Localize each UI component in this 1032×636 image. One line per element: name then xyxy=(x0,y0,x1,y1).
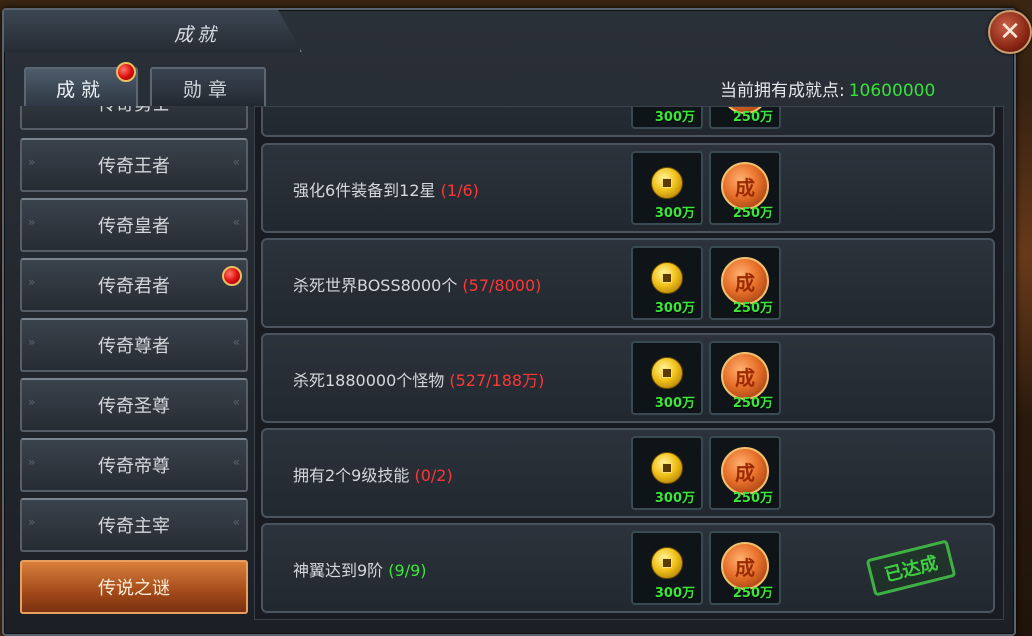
alert-dot-icon xyxy=(222,266,242,286)
chevron-left-icon: » xyxy=(28,275,36,289)
chevron-left-icon: » xyxy=(28,106,35,107)
achievement-row: 强化6件装备到12星 (1/6) 300万 成 250万 xyxy=(261,143,995,233)
chevron-left-icon: » xyxy=(28,215,36,229)
coin-reward-slot[interactable]: 300万 xyxy=(631,107,703,129)
sidebar-item-legend-ruler[interactable]: » 传奇主宰 « xyxy=(20,498,248,552)
close-button[interactable]: ✕ xyxy=(988,10,1032,54)
medal-reward-slot[interactable]: 成 250万 xyxy=(709,531,781,605)
reward-quantity: 250万 xyxy=(732,110,773,125)
achievement-text: 强化6件装备到12星 xyxy=(293,181,436,200)
chevron-left-icon: » xyxy=(28,455,36,469)
coin-reward-slot[interactable]: 300万 xyxy=(631,341,703,415)
tab-achievements-label: 成就 xyxy=(55,78,106,101)
points-value: 10600000 xyxy=(848,81,936,101)
sidebar-item-legend-sovereign[interactable]: » 传奇帝尊 « xyxy=(20,438,248,492)
achievement-progress: (527/188万) xyxy=(449,371,545,390)
reward-quantity: 300万 xyxy=(654,110,695,125)
achievement-text: 杀死世界BOSS8000个 xyxy=(293,276,458,295)
chevron-right-icon: « xyxy=(232,395,240,409)
chevron-right-icon: « xyxy=(232,335,240,349)
achievement-progress: (57/8000) xyxy=(462,276,542,295)
coin-reward-slot[interactable]: 300万 xyxy=(631,531,703,605)
achievement-progress: (0/2) xyxy=(414,466,453,485)
tab-medals[interactable]: 勋章 xyxy=(150,67,266,107)
sidebar-item-label: 传奇帝尊 xyxy=(98,456,170,477)
alert-dot-icon xyxy=(116,62,136,82)
window-title-bar xyxy=(4,10,302,52)
achievement-description: 神翼达到9阶 (9/9) xyxy=(293,557,427,581)
gold-coin-icon xyxy=(651,452,683,484)
sidebar-item-legend-venerable[interactable]: » 传奇尊者 « xyxy=(20,318,248,372)
reward-quantity: 300万 xyxy=(654,586,695,601)
achievement-row: 杀死世界BOSS8000个 (57/8000) 300万 成 250万 xyxy=(261,238,995,328)
category-sidebar: » 传奇勇士 « » 传奇王者 « » 传奇皇者 « » 传奇君者 « » 传奇… xyxy=(16,106,248,616)
coin-reward-slot[interactable]: 300万 xyxy=(631,151,703,225)
completed-stamp: 已达成 xyxy=(865,539,957,597)
sidebar-item-legend-saint[interactable]: » 传奇圣尊 « xyxy=(20,378,248,432)
chevron-right-icon: « xyxy=(232,215,240,229)
chevron-left-icon: » xyxy=(28,515,36,529)
medal-reward-slot[interactable]: 成 250万 xyxy=(709,107,781,129)
gold-coin-icon xyxy=(651,262,683,294)
coin-reward-slot[interactable]: 300万 xyxy=(631,436,703,510)
reward-quantity: 250万 xyxy=(732,586,773,601)
reward-quantity: 300万 xyxy=(654,206,695,221)
sidebar-item-label: 传奇君者 xyxy=(98,276,170,297)
sidebar-item-legend-warrior[interactable]: » 传奇勇士 « xyxy=(20,106,248,130)
sidebar-item-label: 传奇尊者 xyxy=(98,336,170,357)
chevron-right-icon: « xyxy=(233,106,240,107)
close-icon: ✕ xyxy=(999,17,1021,47)
points-label: 当前拥有成就点: xyxy=(720,81,845,101)
sidebar-item-label: 传奇勇士 xyxy=(98,106,170,116)
tab-medals-label: 勋章 xyxy=(182,78,233,101)
gold-coin-icon xyxy=(651,357,683,389)
achievement-description: 杀死世界BOSS8000个 (57/8000) xyxy=(293,272,541,296)
coin-reward-slot[interactable]: 300万 xyxy=(631,246,703,320)
chevron-left-icon: » xyxy=(28,395,36,409)
achievement-row: 神翼达到9阶 (9/9) 300万 成 250万 已达成 xyxy=(261,523,995,613)
achievement-row: 杀死1880000个怪物 (527/188万) 300万 成 250万 xyxy=(261,333,995,423)
achievement-row: 拥有2个9级技能 (0/2) 300万 成 250万 xyxy=(261,428,995,518)
achievement-text: 神翼达到9阶 xyxy=(293,561,384,580)
reward-quantity: 250万 xyxy=(732,206,773,221)
medal-reward-slot[interactable]: 成 250万 xyxy=(709,436,781,510)
reward-quantity: 300万 xyxy=(654,396,695,411)
chevron-left-icon: » xyxy=(28,155,36,169)
chevron-right-icon: « xyxy=(232,155,240,169)
achievement-text: 杀死1880000个怪物 xyxy=(293,371,445,390)
achievement-description: 强化6件装备到12星 (1/6) xyxy=(293,177,479,201)
medal-reward-slot[interactable]: 成 250万 xyxy=(709,246,781,320)
chevron-right-icon: « xyxy=(232,515,240,529)
sidebar-item-legend-king[interactable]: » 传奇王者 « xyxy=(20,138,248,192)
achievement-description: 杀死1880000个怪物 (527/188万) xyxy=(293,367,544,391)
reward-quantity: 300万 xyxy=(654,491,695,506)
reward-quantity: 300万 xyxy=(654,301,695,316)
sidebar-item-legend-mystery[interactable]: 传说之谜 xyxy=(20,560,248,614)
sidebar-item-label: 传奇圣尊 xyxy=(98,396,170,417)
achievement-progress: (9/9) xyxy=(388,561,427,580)
achievement-description: 拥有2个9级技能 (0/2) xyxy=(293,462,453,486)
sidebar-item-label: 传奇皇者 xyxy=(98,216,170,237)
chevron-left-icon: » xyxy=(28,335,36,349)
medal-reward-slot[interactable]: 成 250万 xyxy=(709,151,781,225)
achievement-row: 300万 成 250万 xyxy=(261,107,995,137)
medal-reward-slot[interactable]: 成 250万 xyxy=(709,341,781,415)
achievement-window: 成就 成就 勋章 当前拥有成就点:10600000 » 传奇勇士 « » 传奇王… xyxy=(2,8,1032,636)
sidebar-item-label: 传奇王者 xyxy=(98,156,170,177)
achievement-progress: (1/6) xyxy=(440,181,479,200)
reward-quantity: 250万 xyxy=(732,491,773,506)
gold-coin-icon xyxy=(651,167,683,199)
sidebar-item-label: 传说之谜 xyxy=(98,578,170,599)
reward-quantity: 250万 xyxy=(732,301,773,316)
reward-quantity: 250万 xyxy=(732,396,773,411)
achievement-list: 300万 成 250万 强化6件装备到12星 (1/6) 300万 成 250万 xyxy=(254,106,1004,620)
sidebar-item-label: 传奇主宰 xyxy=(98,516,170,537)
achievement-points: 当前拥有成就点: 10600000 xyxy=(720,76,935,101)
sidebar-item-legend-emperor[interactable]: » 传奇皇者 « xyxy=(20,198,248,252)
window-title: 成就 xyxy=(174,24,221,46)
gold-coin-icon xyxy=(651,547,683,579)
sidebar-item-legend-monarch[interactable]: » 传奇君者 « xyxy=(20,258,248,312)
achievement-text: 拥有2个9级技能 xyxy=(293,466,410,485)
chevron-right-icon: « xyxy=(232,455,240,469)
